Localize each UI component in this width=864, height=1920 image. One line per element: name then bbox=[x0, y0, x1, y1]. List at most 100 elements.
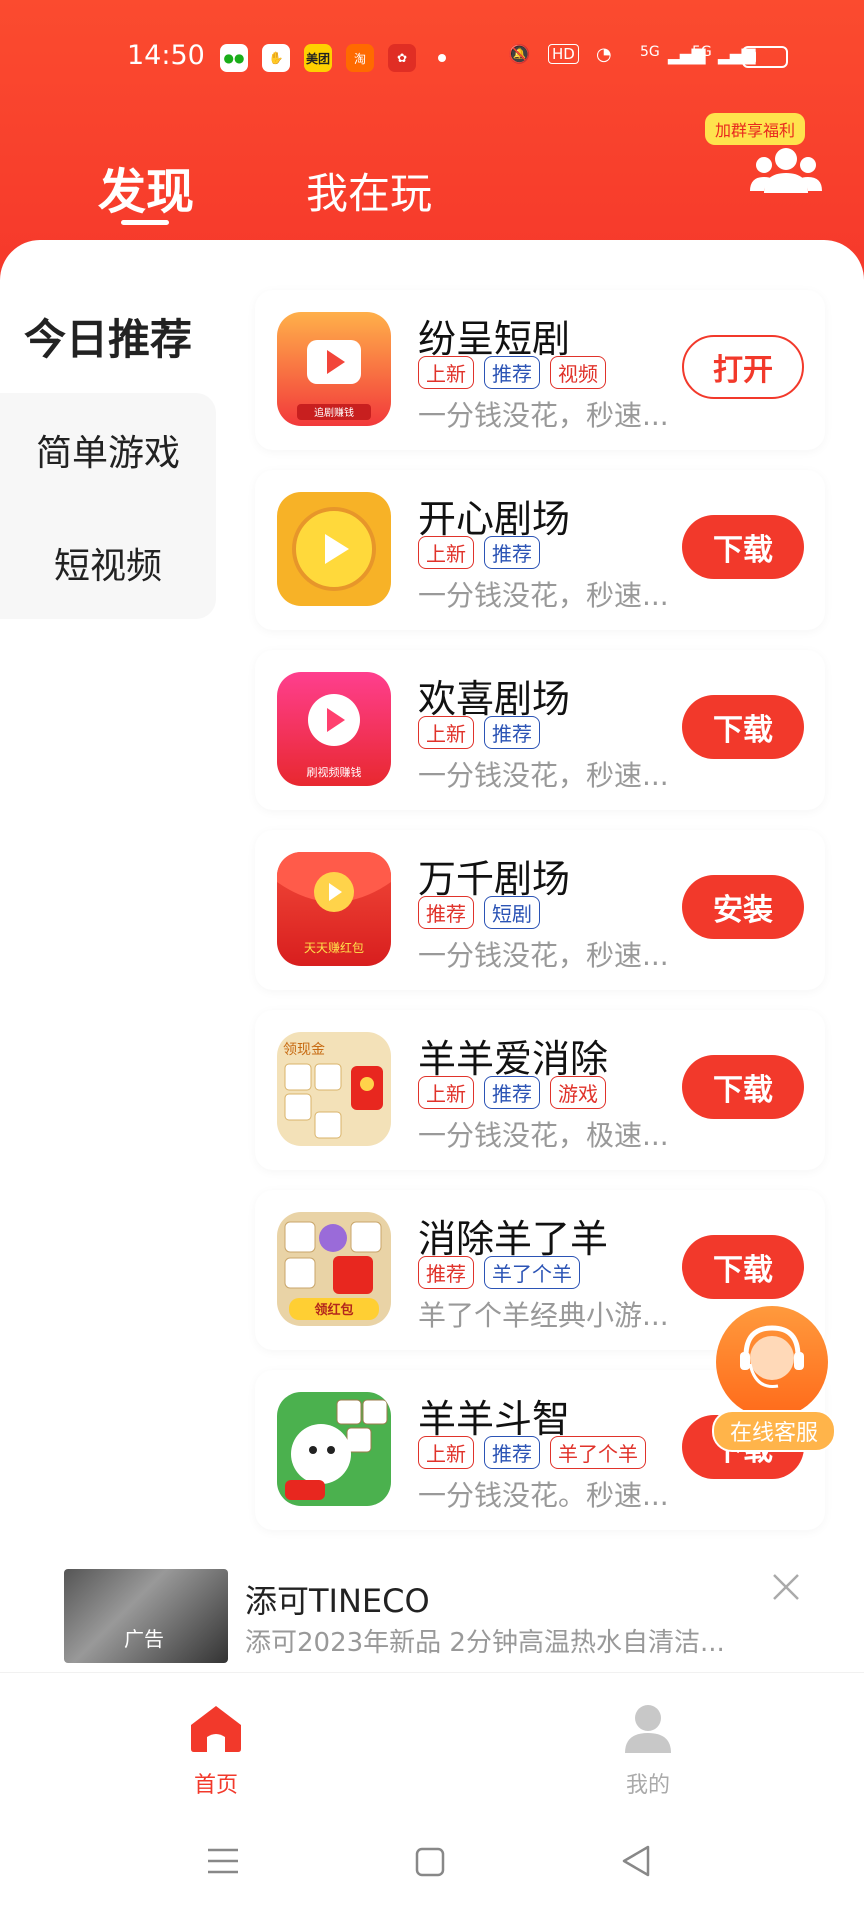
back-icon[interactable] bbox=[620, 1844, 652, 1878]
taobao-icon: 淘 bbox=[346, 44, 374, 72]
wechat-icon: ●● bbox=[220, 44, 248, 72]
group-icon[interactable] bbox=[750, 145, 822, 197]
tag-row: 推荐 羊了个羊 bbox=[418, 1256, 580, 1289]
download-button[interactable]: 下载 bbox=[682, 515, 804, 579]
app-icon-fencheng: 追剧赚钱 bbox=[277, 312, 391, 426]
tab-indicator bbox=[121, 220, 169, 225]
app-icon-huanxi: 刷视频赚钱 bbox=[277, 672, 391, 786]
tab-discover[interactable]: 发现 bbox=[98, 152, 194, 222]
tag-yang: 羊了个羊 bbox=[484, 1256, 580, 1289]
app-name: 纷呈短剧 bbox=[418, 317, 571, 361]
tag-recommend: 推荐 bbox=[484, 536, 540, 569]
ad-tag: 广告 bbox=[124, 1627, 164, 1651]
meituan-icon: 美团 bbox=[304, 44, 332, 72]
baidu-icon: ✋ bbox=[262, 44, 290, 72]
download-button[interactable]: 下载 bbox=[682, 695, 804, 759]
tag-new: 上新 bbox=[418, 1076, 474, 1109]
app-name: 开心剧场 bbox=[418, 497, 571, 541]
tag-new: 上新 bbox=[418, 1436, 474, 1469]
signal-5g-icon-2: 5G bbox=[692, 44, 712, 60]
icon-text: 刷视频赚钱 bbox=[307, 765, 362, 779]
app-desc: 一分钱没花，秒速... bbox=[418, 759, 669, 792]
tab-playing[interactable]: 我在玩 bbox=[306, 160, 432, 221]
app-desc: 一分钱没花，极速... bbox=[418, 1119, 669, 1152]
wifi-icon: ◔ bbox=[596, 44, 612, 65]
tag-row: 上新 推荐 羊了个羊 bbox=[418, 1436, 646, 1469]
home-button-icon[interactable] bbox=[414, 1846, 446, 1878]
app-name: 欢喜剧场 bbox=[418, 677, 571, 721]
ad-image: 广告 bbox=[64, 1569, 228, 1663]
system-nav-bar bbox=[0, 1812, 864, 1920]
tag-new: 上新 bbox=[418, 536, 474, 569]
icon-text: 天天赚红包 bbox=[304, 940, 364, 955]
group-badge[interactable]: 加群享福利 bbox=[705, 113, 806, 145]
sidebar-item-today[interactable]: 今日推荐 bbox=[0, 280, 216, 393]
home-icon bbox=[191, 1706, 241, 1752]
download-button[interactable]: 下载 bbox=[682, 1235, 804, 1299]
download-button[interactable]: 下载 bbox=[682, 1055, 804, 1119]
app-icon-xiaochu: 领红包 bbox=[277, 1212, 391, 1326]
tag-recommend: 推荐 bbox=[484, 1436, 540, 1469]
tag-recommend: 推荐 bbox=[484, 1076, 540, 1109]
tag-row: 上新 推荐 bbox=[418, 716, 540, 749]
tag-row: 上新 推荐 游戏 bbox=[418, 1076, 606, 1109]
battery-icon bbox=[742, 46, 788, 68]
close-icon[interactable] bbox=[769, 1570, 803, 1604]
category-sidebar: 今日推荐 简单游戏 短视频 bbox=[0, 280, 216, 619]
app-icon-kaixin bbox=[277, 492, 391, 606]
sidebar-item-videos[interactable]: 短视频 bbox=[0, 506, 216, 619]
status-bar: 14:50 ●● ✋ 美团 淘 ✿ 🔕 HD ◔ 5G ▂▄▆ 5G ▂▄▆ bbox=[0, 30, 864, 86]
app-desc: 一分钱没花，秒速... bbox=[418, 579, 669, 612]
tag-yang: 羊了个羊 bbox=[550, 1436, 646, 1469]
tag-recommend: 推荐 bbox=[418, 896, 474, 929]
app-card[interactable]: 刷视频赚钱 欢喜剧场 上新 推荐 一分钱没花，秒速... 下载 bbox=[255, 650, 825, 810]
tag-row: 推荐 短剧 bbox=[418, 896, 540, 929]
mute-icon: 🔕 bbox=[508, 44, 531, 65]
nav-mine[interactable]: 我的 bbox=[548, 1673, 748, 1799]
app-desc: 一分钱没花，秒速... bbox=[418, 399, 669, 432]
app-desc: 一分钱没花。秒速... bbox=[418, 1479, 669, 1512]
tag-game: 游戏 bbox=[550, 1076, 606, 1109]
customer-service-button[interactable]: 在线客服 bbox=[712, 1306, 836, 1458]
pinduoduo-icon: ✿ bbox=[388, 44, 416, 72]
app-icon-douzhi bbox=[277, 1392, 391, 1506]
app-desc: 一分钱没花，秒速... bbox=[418, 939, 669, 972]
tag-new: 上新 bbox=[418, 716, 474, 749]
service-label: 在线客服 bbox=[712, 1410, 836, 1452]
headset-icon bbox=[716, 1306, 828, 1418]
icon-text: 领红包 bbox=[314, 1302, 353, 1318]
menu-icon[interactable] bbox=[206, 1846, 240, 1876]
tag-row: 上新 推荐 bbox=[418, 536, 540, 569]
app-name: 万千剧场 bbox=[418, 857, 571, 901]
app-card[interactable]: 天天赚红包 万千剧场 推荐 短剧 一分钱没花，秒速... 安装 bbox=[255, 830, 825, 990]
app-desc: 羊了个羊经典小游... bbox=[418, 1299, 669, 1332]
install-button[interactable]: 安装 bbox=[682, 875, 804, 939]
tag-row: 上新 推荐 视频 bbox=[418, 356, 606, 389]
tag-video: 视频 bbox=[550, 356, 606, 389]
app-icon-yangyang: 领现金 bbox=[277, 1032, 391, 1146]
user-icon bbox=[625, 1705, 671, 1753]
icon-text: 领现金 bbox=[283, 1042, 325, 1058]
tag-recommend: 推荐 bbox=[418, 1256, 474, 1289]
icon-text: 追剧赚钱 bbox=[314, 406, 354, 419]
bottom-nav: 首页 我的 bbox=[0, 1672, 864, 1813]
tag-recommend: 推荐 bbox=[484, 356, 540, 389]
notification-dot bbox=[438, 54, 446, 62]
open-button[interactable]: 打开 bbox=[682, 335, 804, 399]
tag-new: 上新 bbox=[418, 356, 474, 389]
app-name: 羊羊斗智 bbox=[418, 1397, 571, 1441]
status-time: 14:50 bbox=[127, 40, 205, 71]
app-card[interactable]: 开心剧场 上新 推荐 一分钱没花，秒速... 下载 bbox=[255, 470, 825, 630]
sidebar-rest: 简单游戏 短视频 bbox=[0, 393, 216, 619]
nav-home[interactable]: 首页 bbox=[116, 1673, 316, 1799]
ad-banner[interactable]: 广告 添可TINECO 添可2023年新品 2分钟高温热水自清洁... bbox=[0, 1552, 864, 1672]
app-card[interactable]: 追剧赚钱 纷呈短剧 上新 推荐 视频 一分钱没花，秒速... 打开 bbox=[255, 290, 825, 450]
ad-title: 添可TINECO bbox=[245, 1582, 430, 1620]
nav-mine-label: 我的 bbox=[625, 1773, 670, 1798]
app-card[interactable]: 领现金 羊羊爱消除 上新 推荐 游戏 一分钱没花，极速... 下载 bbox=[255, 1010, 825, 1170]
app-name: 羊羊爱消除 bbox=[418, 1037, 609, 1081]
sidebar-item-games[interactable]: 简单游戏 bbox=[0, 393, 216, 506]
tag-shortplay: 短剧 bbox=[484, 896, 540, 929]
tag-recommend: 推荐 bbox=[484, 716, 540, 749]
app-name: 消除羊了羊 bbox=[418, 1217, 609, 1261]
